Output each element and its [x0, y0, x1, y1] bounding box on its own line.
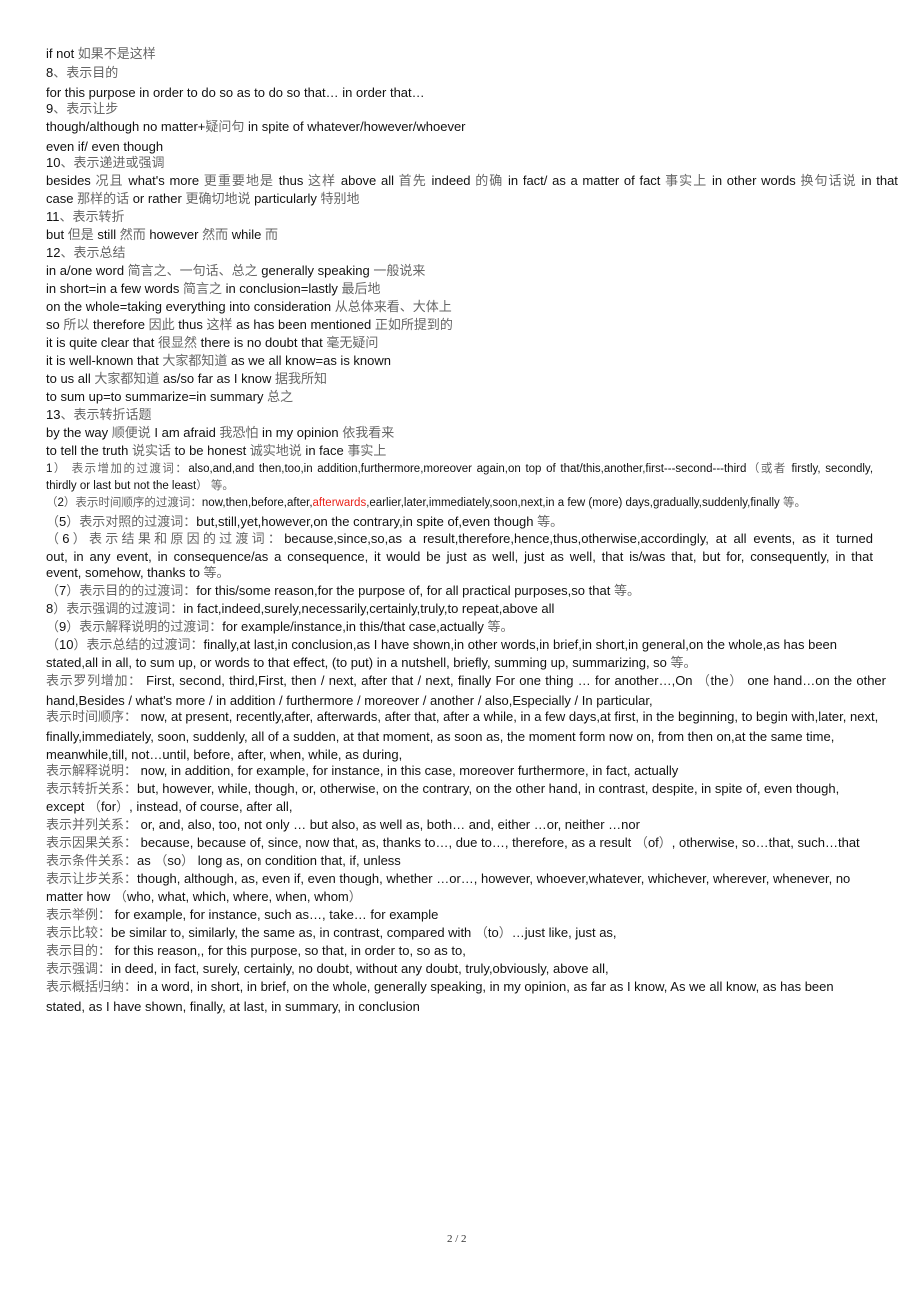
- text-line: to us all 大家都知道 as/so far as I know 据我所知: [46, 371, 328, 386]
- text-line: 表示并列关系： or, and, also, too, not only … b…: [46, 817, 640, 832]
- text-line: stated, as I have shown, finally, at las…: [46, 999, 420, 1014]
- text-line: 表示强调：in deed, in fact, surely, certainly…: [46, 961, 609, 976]
- text-line: 表示罗列增加： First, second, third,First, then…: [46, 673, 886, 688]
- text-line: 表示因果关系： because, because of, since, now …: [46, 835, 860, 850]
- text-line: so 所以 therefore 因此 thus 这样 as has been m…: [46, 317, 453, 332]
- section-heading: 9、表示让步: [46, 101, 119, 116]
- text-line: if not 如果不是这样: [46, 46, 156, 61]
- text-line: even if/ even though: [46, 139, 164, 154]
- text-line: （6）表示结果和原因的过渡词：because,since,so,as a res…: [46, 531, 873, 546]
- text-line: 表示时间顺序： now, at present, recently,after,…: [46, 709, 879, 724]
- text-line: hand,Besides / what's more / in addition…: [46, 693, 653, 708]
- text-line: besides 况且 what's more 更重要地是 thus 这样 abo…: [46, 173, 898, 188]
- text-line: it is well-known that 大家都知道 as we all kn…: [46, 353, 392, 368]
- text-line: 表示概括归纳：in a word, in short, in brief, on…: [46, 979, 834, 994]
- text-line: case 那样的话 or rather 更确切地说 particularly 特…: [46, 191, 360, 206]
- text-line: （9）表示解释说明的过渡词：for example/instance,in th…: [46, 619, 514, 634]
- text-line: 表示解释说明： now, in addition, for example, f…: [46, 763, 679, 778]
- text-line: 表示目的： for this reason,, for this purpose…: [46, 943, 466, 958]
- text-segment: ,earlier,later,immediately,soon,next,in …: [366, 497, 806, 509]
- section-heading: 12、表示总结: [46, 245, 126, 260]
- text-line: in a/one word 简言之、一句话、总之 generally speak…: [46, 263, 426, 278]
- text-line: meanwhile,till, not…until, before, after…: [46, 747, 403, 762]
- text-line: to sum up=to summarize=in summary 总之: [46, 389, 294, 404]
- text-line: （5）表示对照的过渡词：but,still,yet,however,on the…: [46, 514, 564, 529]
- text-line: 表示比较：be similar to, similarly, the same …: [46, 925, 617, 940]
- section-heading: 11、表示转折: [46, 209, 125, 224]
- text-line: except （for）, instead, of course, after …: [46, 799, 293, 814]
- text-line: 表示条件关系：as （so） long as, on condition tha…: [46, 853, 401, 868]
- text-line: 表示转折关系：but, however, while, though, or, …: [46, 781, 840, 796]
- text-line: out, in any event, in consequence/as a c…: [46, 549, 873, 564]
- text-line: thirdly or last but not the least） 等。: [46, 480, 234, 492]
- section-heading: 13、表示转折话题: [46, 407, 152, 422]
- section-heading: 8、表示目的: [46, 65, 119, 80]
- text-line: to tell the truth 说实话 to be honest 诚实地说 …: [46, 443, 387, 458]
- text-line: finally,immediately, soon, suddenly, all…: [46, 729, 835, 744]
- text-line: 1） 表示增加的过渡词：also,and,and then,too,in add…: [46, 463, 874, 475]
- text-line: event, somehow, thanks to 等。: [46, 565, 230, 580]
- text-line: in short=in a few words 简言之 in conclusio…: [46, 281, 381, 296]
- text-line: matter how （who, what, which, where, whe…: [46, 889, 362, 904]
- text-line: 8）表示强调的过渡词：in fact,indeed,surely,necessa…: [46, 601, 555, 616]
- text-line: stated,all in all, to sum up, or words t…: [46, 655, 697, 670]
- text-line: （2）表示时间顺序的过渡词：now,then,before,after,afte…: [46, 495, 806, 511]
- text-line: on the whole=taking everything into cons…: [46, 299, 452, 314]
- text-segment: （2）表示时间顺序的过渡词：now,then,before,after,: [46, 497, 313, 509]
- text-line: （10）表示总结的过渡词：finally,at last,in conclusi…: [46, 637, 838, 652]
- page-number: 2 / 2: [447, 1233, 467, 1245]
- text-line: it is quite clear that 很显然 there is no d…: [46, 335, 379, 350]
- text-line: by the way 顺便说 I am afraid 我恐怕 in my opi…: [46, 425, 395, 440]
- text-line: （7）表示目的的过渡词：for this/some reason,for the…: [46, 583, 640, 598]
- text-line: though/although no matter+疑问句 in spite o…: [46, 119, 466, 134]
- section-heading: 10、表示递进或强调: [46, 155, 165, 170]
- text-line: for this purpose in order to do so as to…: [46, 85, 425, 100]
- text-line: but 但是 still 然而 however 然而 while 而: [46, 227, 278, 242]
- text-line: 表示举例： for example, for instance, such as…: [46, 907, 439, 922]
- text-line: 表示让步关系：though, although, as, even if, ev…: [46, 871, 851, 886]
- highlighted-word: afterwards: [312, 497, 367, 509]
